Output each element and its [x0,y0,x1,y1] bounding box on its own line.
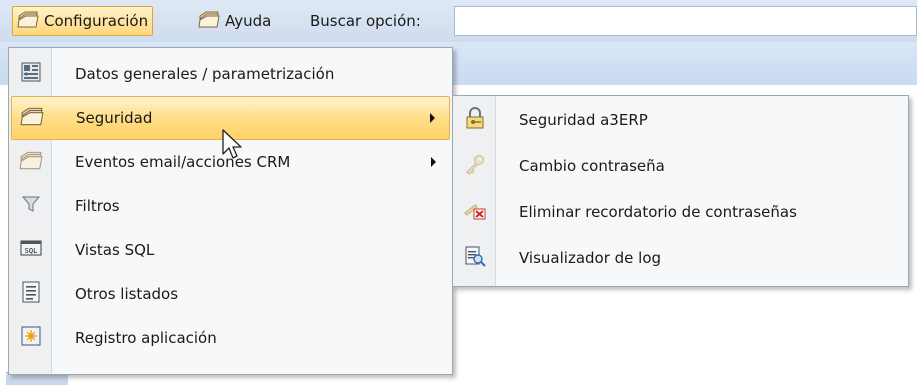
menu-item-datos-generales[interactable]: Datos generales / parametrización [11,52,450,96]
document-list-icon [22,281,40,307]
key-icon [464,153,486,179]
menu-item-label: Cambio contraseña [519,157,665,175]
menu-item-visualizador-log[interactable]: Visualizador de log [455,236,906,280]
menu-configuracion-label: Configuración [44,12,149,30]
menu-item-label: Seguridad [76,109,153,127]
funnel-icon [21,194,41,218]
submenu-arrow-icon [430,113,435,123]
menu-ayuda-label: Ayuda [225,12,272,30]
mouse-pointer-icon [222,129,242,159]
menu-item-filtros[interactable]: Filtros [11,184,450,228]
log-viewer-icon [464,245,486,271]
menu-item-registro-aplicacion[interactable]: Registro aplicación [11,316,450,360]
app-window: Configuración Ayuda Buscar opción: Datos… [0,0,917,385]
menu-item-otros-listados[interactable]: Otros listados [11,272,450,316]
registration-icon [21,326,41,350]
submenu-arrow-icon [431,157,436,167]
configuracion-menu: Datos generales / parametrización Seguri… [8,47,453,375]
menu-item-seguridad-a3erp[interactable]: Seguridad a3ERP [455,98,906,142]
search-input[interactable] [454,6,917,36]
sql-icon: SQL [20,239,42,261]
menu-item-label: Filtros [75,197,120,215]
menu-item-label: Datos generales / parametrización [75,65,335,83]
menu-item-label: Seguridad a3ERP [519,111,648,129]
menu-item-label: Eliminar recordatorio de contraseñas [519,203,797,221]
menu-ayuda[interactable]: Ayuda [194,6,275,36]
padlock-key-icon [464,107,486,133]
menu-item-label: Visualizador de log [519,249,662,267]
folder-stack-icon [19,149,43,175]
search-label: Buscar opción: [310,12,421,30]
menu-item-cambio-contrasena[interactable]: Cambio contraseña [455,144,906,188]
menu-configuracion[interactable]: Configuración [12,6,154,36]
svg-text:SQL: SQL [25,247,38,255]
delete-reminder-icon [463,199,487,225]
menu-item-label: Registro aplicación [75,329,217,347]
settings-grid-icon [21,62,41,86]
folder-stack-icon [17,9,39,33]
menu-item-vistas-sql[interactable]: SQL Vistas SQL [11,228,450,272]
menu-item-eliminar-recordatorio[interactable]: Eliminar recordatorio de contraseñas [455,190,906,234]
folder-stack-icon [20,105,44,131]
folder-stack-icon [198,9,220,33]
menu-bar: Configuración Ayuda Buscar opción: [0,0,917,43]
menu-item-label: Vistas SQL [75,241,155,259]
seguridad-submenu: Seguridad a3ERP Cambio contraseña Elimin… [452,95,909,287]
menu-item-label: Otros listados [75,285,179,303]
menu-item-label: Eventos email/acciones CRM [75,153,291,171]
